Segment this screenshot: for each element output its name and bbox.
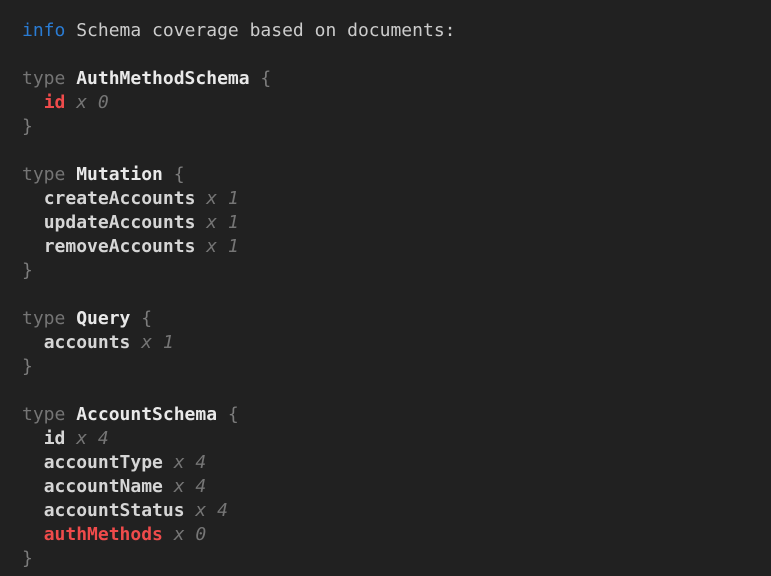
code-line: } <box>22 115 761 139</box>
token-plain <box>185 500 196 521</box>
token-keyword: type <box>22 164 76 185</box>
token-type: AuthMethodSchema <box>76 68 249 89</box>
code-line: authMethods x 0 <box>22 523 761 547</box>
code-line: accountType x 4 <box>22 451 761 475</box>
token-brace: } <box>22 260 33 281</box>
token-brace: } <box>22 116 33 137</box>
token-plain <box>22 452 44 473</box>
code-line: type AccountSchema { <box>22 403 761 427</box>
token-count: x 4 <box>174 476 207 497</box>
token-plain <box>195 188 206 209</box>
token-field-zero: authMethods <box>44 524 163 545</box>
code-line: } <box>22 547 761 571</box>
token-field: accountType <box>44 452 163 473</box>
token-plain <box>65 92 76 113</box>
token-type: Mutation <box>76 164 163 185</box>
code-line <box>22 43 761 67</box>
token-plain <box>22 212 44 233</box>
token-type: AccountSchema <box>76 404 217 425</box>
token-plain <box>22 92 44 113</box>
token-field: removeAccounts <box>44 236 196 257</box>
token-keyword: type <box>22 404 76 425</box>
token-count: x 0 <box>76 92 109 113</box>
token-plain <box>22 332 44 353</box>
token-plain <box>22 476 44 497</box>
token-plain <box>22 428 44 449</box>
code-line: accountStatus x 4 <box>22 499 761 523</box>
token-plain <box>195 212 206 233</box>
token-plain <box>163 524 174 545</box>
token-count: x 1 <box>206 188 239 209</box>
token-plain: Schema coverage based on documents: <box>65 20 455 41</box>
token-count: x 4 <box>174 452 207 473</box>
token-plain <box>22 524 44 545</box>
token-plain <box>22 500 44 521</box>
token-brace: { <box>217 404 239 425</box>
token-field: createAccounts <box>44 188 196 209</box>
token-keyword: type <box>22 308 76 329</box>
code-line: accountName x 4 <box>22 475 761 499</box>
token-plain <box>163 452 174 473</box>
token-count: x 0 <box>174 524 207 545</box>
token-brace: { <box>130 308 152 329</box>
token-brace: { <box>163 164 185 185</box>
token-field-zero: id <box>44 92 66 113</box>
code-line: id x 0 <box>22 91 761 115</box>
token-field: accounts <box>44 332 131 353</box>
token-field: accountName <box>44 476 163 497</box>
code-line: } <box>22 355 761 379</box>
code-line: type Query { <box>22 307 761 331</box>
code-line: accounts x 1 <box>22 331 761 355</box>
code-line: type Mutation { <box>22 163 761 187</box>
token-plain <box>163 476 174 497</box>
terminal-output: info Schema coverage based on documents:… <box>0 0 771 576</box>
token-plain <box>22 188 44 209</box>
token-plain <box>195 236 206 257</box>
token-keyword: type <box>22 68 76 89</box>
token-plain <box>65 428 76 449</box>
token-count: x 1 <box>206 236 239 257</box>
token-count: x 1 <box>141 332 174 353</box>
token-type: Query <box>76 308 130 329</box>
code-line <box>22 139 761 163</box>
code-line: removeAccounts x 1 <box>22 235 761 259</box>
code-line: } <box>22 259 761 283</box>
token-count: x 1 <box>206 212 239 233</box>
code-line <box>22 283 761 307</box>
token-field: updateAccounts <box>44 212 196 233</box>
code-line: createAccounts x 1 <box>22 187 761 211</box>
token-plain <box>130 332 141 353</box>
code-line: type AuthMethodSchema { <box>22 67 761 91</box>
token-brace: } <box>22 548 33 569</box>
token-count: x 4 <box>76 428 109 449</box>
code-line: updateAccounts x 1 <box>22 211 761 235</box>
code-line: info Schema coverage based on documents: <box>22 19 761 43</box>
code-line: id x 4 <box>22 427 761 451</box>
token-plain <box>22 236 44 257</box>
code-line <box>22 379 761 403</box>
token-brace: } <box>22 356 33 377</box>
token-count: x 4 <box>195 500 228 521</box>
token-brace: { <box>250 68 272 89</box>
token-info: info <box>22 20 65 41</box>
token-field: id <box>44 428 66 449</box>
token-field: accountStatus <box>44 500 185 521</box>
